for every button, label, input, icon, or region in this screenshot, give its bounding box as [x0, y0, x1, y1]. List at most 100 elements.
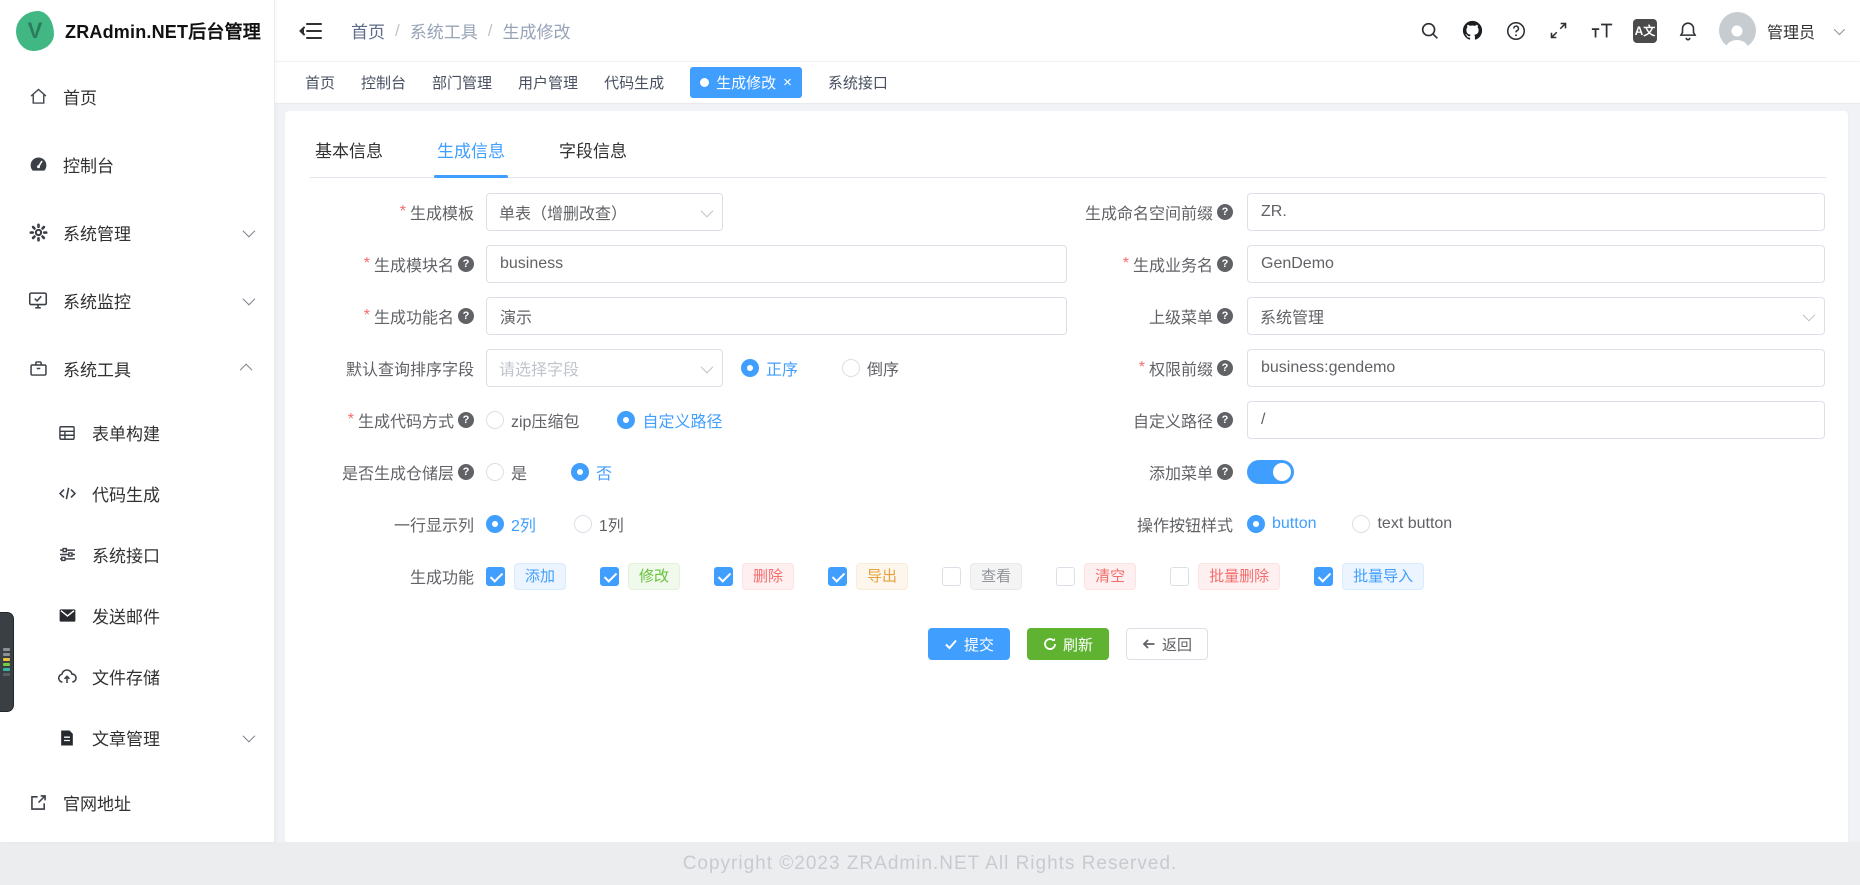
menu-fold-icon[interactable] [299, 20, 323, 42]
radio-text-button-style[interactable]: text button [1352, 515, 1452, 533]
parent-menu-select[interactable]: 系统管理 [1247, 297, 1825, 335]
business-name-input[interactable] [1247, 245, 1825, 283]
tag-home[interactable]: 首页 [305, 72, 335, 93]
sidebar-item-system-api[interactable]: 系统接口 [0, 524, 274, 585]
checkbox-export[interactable]: 导出 [828, 562, 909, 590]
breadcrumb-home[interactable]: 首页 [351, 18, 385, 43]
help-icon[interactable] [458, 308, 474, 324]
perm-prefix-input[interactable] [1247, 349, 1825, 387]
checkbox-batch-delete[interactable]: 批量删除 [1170, 562, 1281, 590]
custom-path-input[interactable] [1247, 401, 1825, 439]
logo[interactable]: V ZRAdmin.NET后台管理 [0, 0, 274, 62]
gen-template-label: 生成模板 [310, 200, 474, 224]
help-icon[interactable] [1217, 256, 1233, 272]
checkbox-clear[interactable]: 清空 [1056, 562, 1137, 590]
radio-sort-desc[interactable]: 倒序 [842, 356, 899, 380]
refresh-button[interactable]: 刷新 [1026, 628, 1109, 660]
radio-one-col[interactable]: 1列 [573, 512, 624, 536]
checkbox-batch-import[interactable]: 批量导入 [1314, 562, 1425, 590]
radio-custom-path[interactable]: 自定义路径 [617, 408, 722, 432]
help-icon[interactable] [1217, 360, 1233, 376]
radio-sort-asc[interactable]: 正序 [741, 356, 798, 380]
help-icon[interactable] [1217, 464, 1233, 480]
breadcrumb-system-tools[interactable]: 系统工具 [410, 18, 478, 43]
tag-console[interactable]: 控制台 [361, 72, 406, 93]
sidebar-item-send-mail[interactable]: 发送邮件 [0, 585, 274, 646]
sidebar-item-article-manage[interactable]: 文章管理 [0, 707, 274, 768]
checkbox-view[interactable]: 查看 [942, 562, 1023, 590]
chevron-down-icon [700, 204, 714, 217]
footer: Copyright ©2023 ZRAdmin.NET All Rights R… [0, 842, 1860, 885]
notification-icon[interactable] [1676, 19, 1700, 43]
parent-menu-label: 上级菜单 [1067, 304, 1233, 328]
tag-codegen[interactable]: 代码生成 [604, 72, 664, 93]
function-name-label: 生成功能名 [310, 304, 474, 328]
sort-field-select[interactable]: 请选择字段 [486, 349, 723, 387]
language-icon[interactable]: A文 [1632, 18, 1657, 43]
checkbox-edit[interactable]: 修改 [600, 562, 681, 590]
tab-basic-info[interactable]: 基本信息 [312, 137, 386, 177]
fullscreen-icon[interactable] [1547, 19, 1571, 43]
search-icon[interactable] [1418, 19, 1442, 43]
chevron-down-icon[interactable] [1833, 23, 1846, 35]
namespace-prefix-label: 生成命名空间前缀 [1067, 200, 1233, 224]
business-name-label: 生成业务名 [1067, 252, 1233, 276]
tags-bar: 首页 控制台 部门管理 用户管理 代码生成 生成修改 × 系统接口 [275, 62, 1860, 104]
copyright-text: Copyright ©2023 ZRAdmin.NET All Rights R… [682, 852, 1178, 874]
radio-two-cols[interactable]: 2列 [486, 512, 536, 536]
add-menu-toggle[interactable] [1247, 460, 1294, 484]
chevron-down-icon [700, 360, 714, 373]
sidebar-item-file-storage[interactable]: 文件存储 [0, 646, 274, 707]
help-icon[interactable] [1504, 19, 1528, 43]
radio-repo-yes[interactable]: 是 [486, 460, 527, 484]
module-name-input[interactable] [486, 245, 1067, 283]
radio-repo-no[interactable]: 否 [571, 460, 612, 484]
sidebar-item-system-tools[interactable]: 系统工具 [0, 334, 274, 402]
namespace-prefix-input[interactable] [1247, 193, 1825, 231]
content-card: 基本信息 生成信息 字段信息 生成模板 单表（增删改查） [285, 111, 1848, 842]
help-icon[interactable] [458, 464, 474, 480]
code-method-label: 生成代码方式 [310, 408, 474, 432]
sidebar-item-form-builder[interactable]: 表单构建 [0, 402, 274, 463]
monitor-icon [27, 289, 49, 311]
github-icon[interactable] [1461, 19, 1485, 43]
gen-template-select[interactable]: 单表（增删改查） [486, 193, 723, 231]
sidebar-item-dashboard[interactable]: 控制台 [0, 130, 274, 198]
sidebar-item-system-monitor[interactable]: 系统监控 [0, 266, 274, 334]
module-name-label: 生成模块名 [310, 252, 474, 276]
radio-button-style[interactable]: button [1247, 515, 1316, 533]
checkbox-delete[interactable]: 删除 [714, 562, 795, 590]
function-name-input[interactable] [486, 297, 1067, 335]
help-icon[interactable] [1217, 204, 1233, 220]
close-icon[interactable]: × [783, 75, 792, 90]
sidebar-item-official-site[interactable]: 官网地址 [0, 768, 274, 836]
briefcase-icon [27, 357, 49, 379]
radio-zip[interactable]: zip压缩包 [486, 408, 579, 432]
sidebar-item-code-gen[interactable]: 代码生成 [0, 463, 274, 524]
tag-user[interactable]: 用户管理 [518, 72, 578, 93]
sidebar-item-system-manage[interactable]: 系统管理 [0, 198, 274, 266]
back-button[interactable]: 返回 [1126, 628, 1209, 660]
mail-icon [56, 605, 78, 627]
table-icon [56, 422, 78, 444]
tag-dept[interactable]: 部门管理 [432, 72, 492, 93]
sidebar-item-home[interactable]: 首页 [0, 62, 274, 130]
columns-per-row-label: 一行显示列 [393, 518, 474, 535]
user-name[interactable]: 管理员 [1767, 19, 1815, 43]
tab-gen-info[interactable]: 生成信息 [434, 137, 508, 178]
tag-api[interactable]: 系统接口 [828, 72, 888, 93]
help-icon[interactable] [1217, 308, 1233, 324]
cloud-upload-icon [56, 666, 78, 688]
dashboard-icon [27, 153, 49, 175]
submit-button[interactable]: 提交 [927, 628, 1010, 660]
edge-extension-handle[interactable] [0, 612, 14, 712]
tab-field-info[interactable]: 字段信息 [556, 137, 630, 177]
font-size-icon[interactable] [1590, 19, 1614, 43]
code-icon [56, 483, 78, 505]
avatar[interactable] [1718, 12, 1756, 49]
help-icon[interactable] [458, 412, 474, 428]
checkbox-add[interactable]: 添加 [486, 562, 567, 590]
help-icon[interactable] [1217, 412, 1233, 428]
help-icon[interactable] [458, 256, 474, 272]
tag-gen-edit-active[interactable]: 生成修改 × [690, 67, 802, 98]
